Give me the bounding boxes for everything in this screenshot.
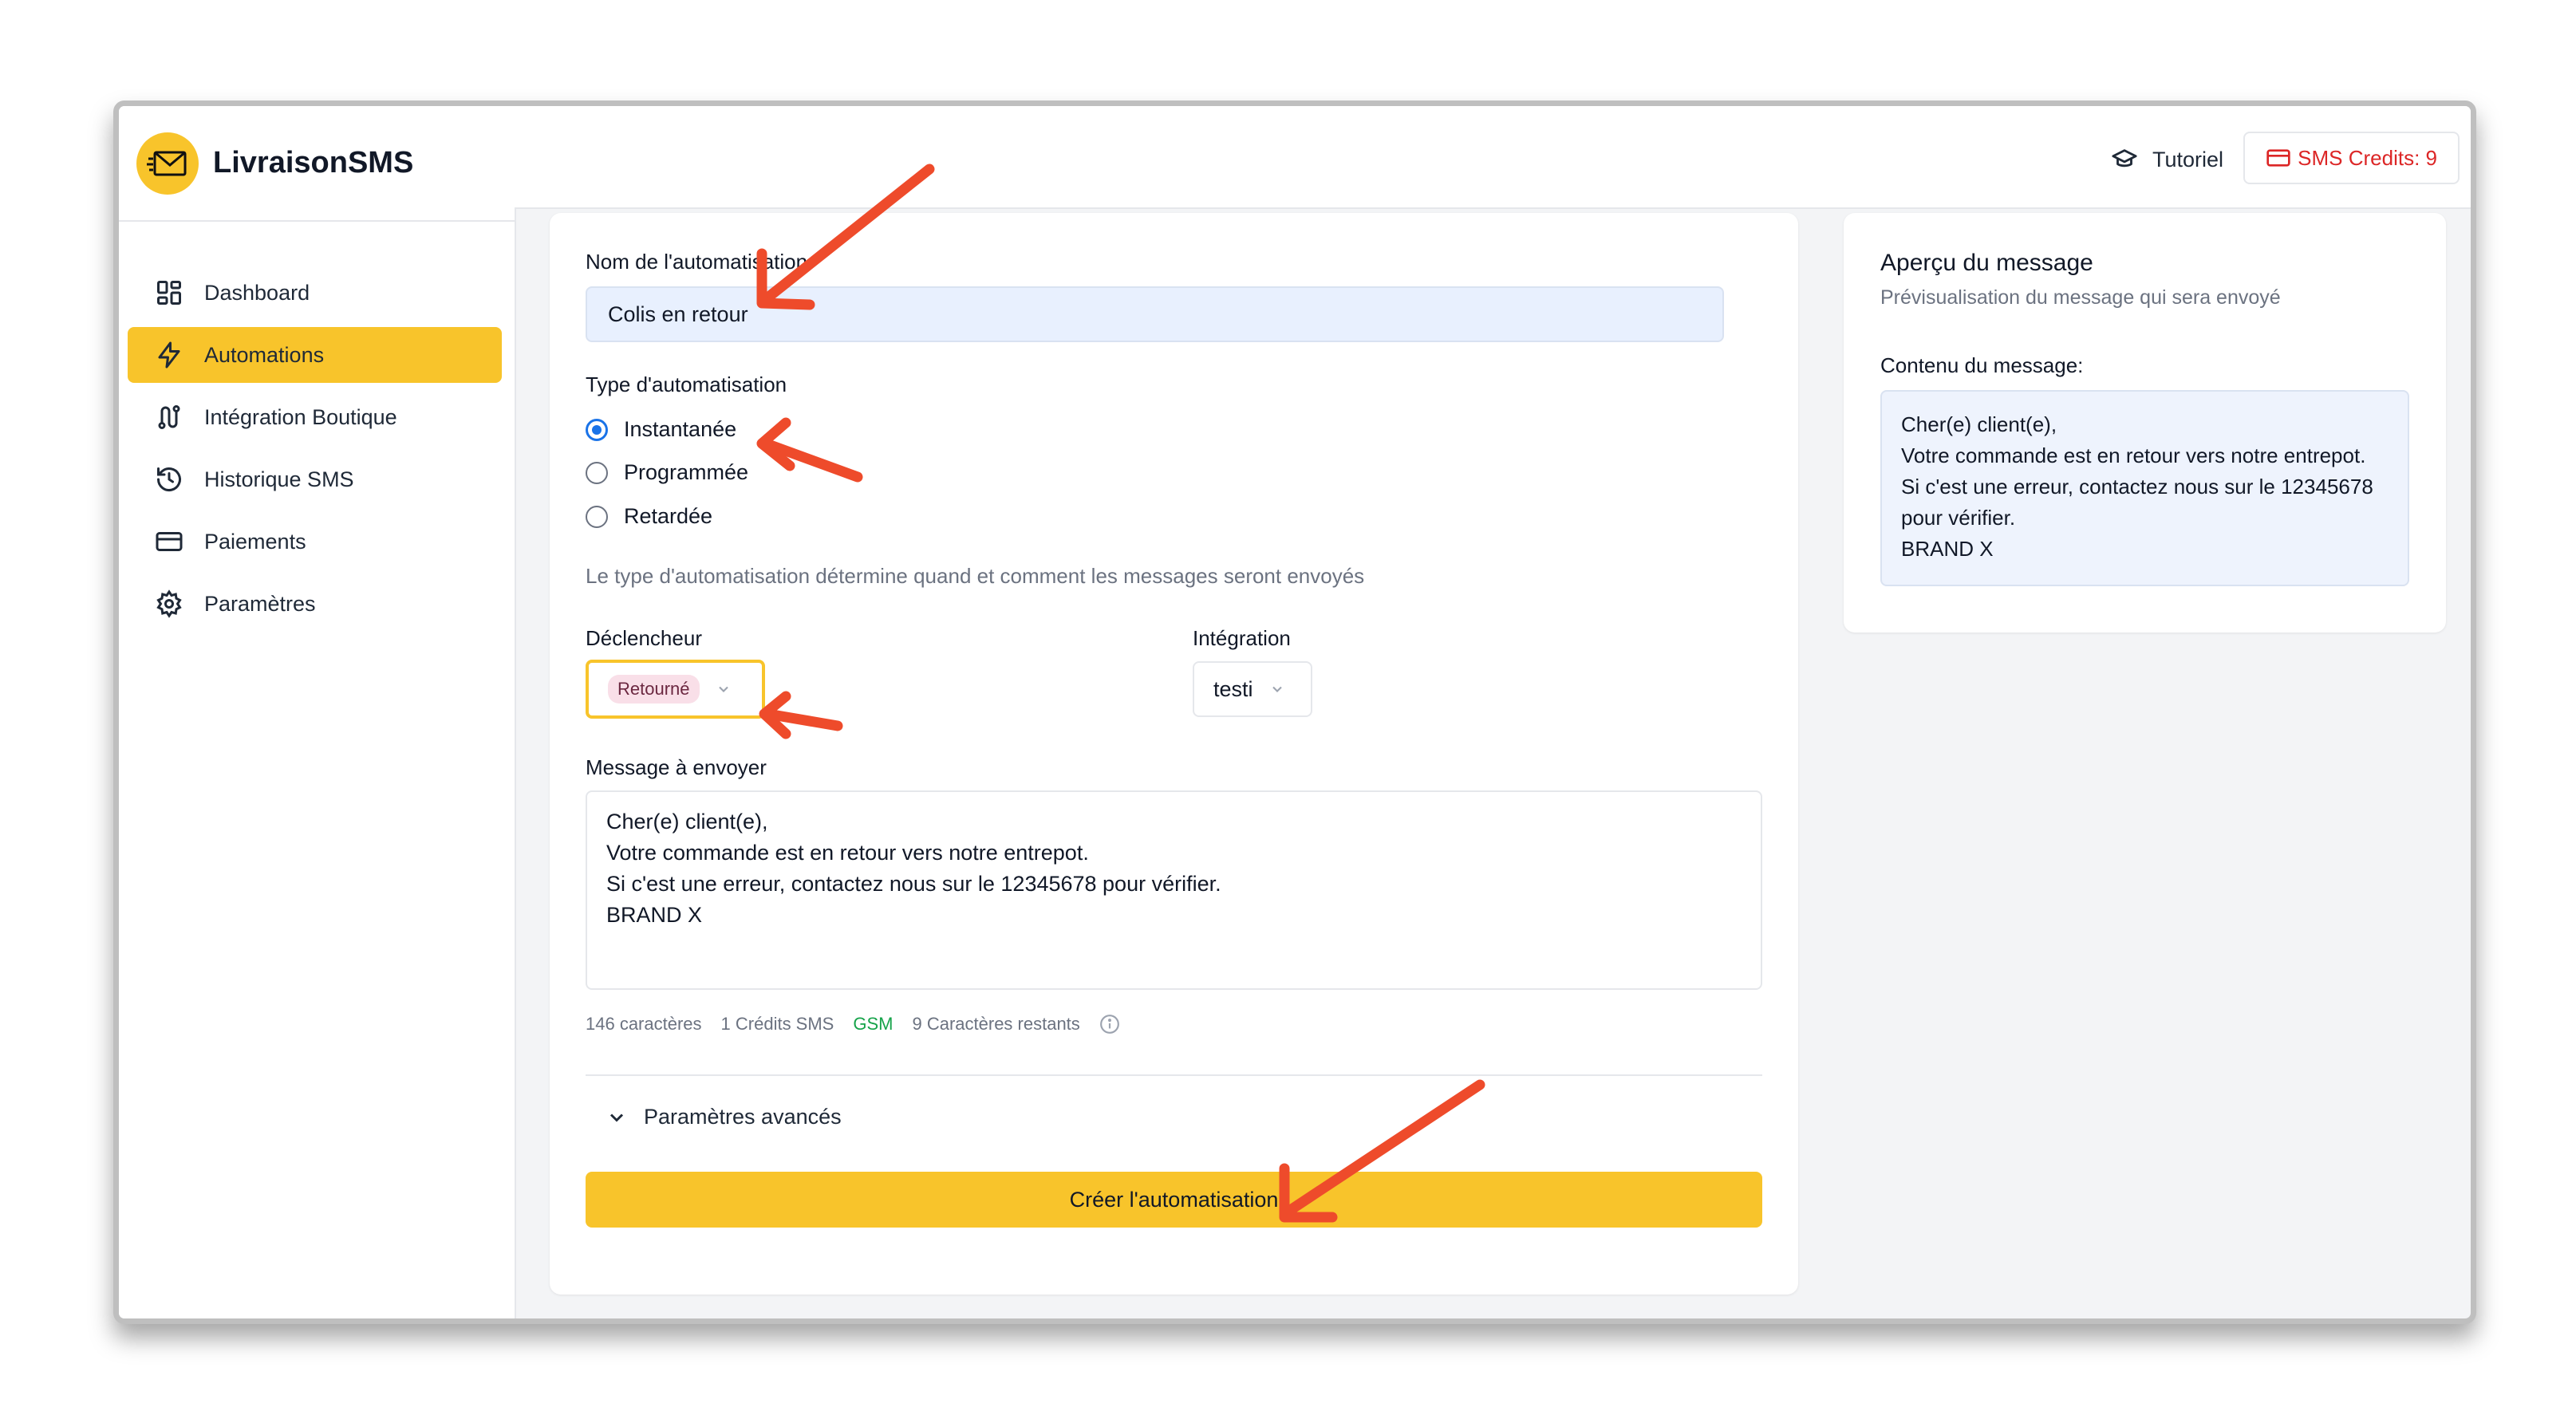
type-option-delayed[interactable]: Retardée	[586, 504, 712, 529]
sidebar-item-dashboard[interactable]: Dashboard	[128, 265, 502, 321]
chevron-down-icon	[1272, 686, 1282, 692]
sidebar-item-label: Paramètres	[204, 591, 316, 616]
trigger-chip: Retourné	[608, 675, 700, 704]
radio-checked[interactable]	[586, 418, 608, 441]
sms-credit-count: 1 Crédits SMS	[720, 1014, 834, 1034]
chevron-down-icon	[609, 1113, 624, 1122]
sidebar: LivraisonSMS Dashboard Automations Intég…	[119, 106, 516, 1318]
advanced-settings-label: Paramètres avancés	[644, 1105, 842, 1129]
integration-select[interactable]: testi	[1193, 661, 1312, 717]
message-textarea[interactable]: Cher(e) client(e), Votre commande est en…	[586, 790, 1762, 990]
automation-name-input[interactable]: Colis en retour	[586, 286, 1724, 342]
type-label: Type d'automatisation	[586, 372, 787, 396]
sidebar-item-integration[interactable]: Intégration Boutique	[128, 389, 502, 445]
type-option-label: Instantanée	[624, 417, 737, 441]
advanced-settings-toggle[interactable]: Paramètres avancés	[606, 1105, 842, 1129]
type-option-label: Retardée	[624, 504, 713, 528]
app-window: LivraisonSMS Dashboard Automations Intég…	[113, 101, 2476, 1324]
sidebar-item-settings[interactable]: Paramètres	[128, 576, 502, 632]
message-label: Message à envoyer	[586, 755, 767, 779]
encoding-badge: GSM	[853, 1014, 894, 1034]
info-icon[interactable]	[1099, 1014, 1120, 1035]
sidebar-item-label: Intégration Boutique	[204, 404, 397, 429]
message-preview-card: Aperçu du message Prévisualisation du me…	[1844, 213, 2446, 633]
name-label: Nom de l'automatisation	[586, 250, 808, 274]
brand-name: LivraisonSMS	[213, 146, 414, 179]
sidebar-item-label: Paiements	[204, 529, 306, 554]
tutorial-link[interactable]: Tutoriel	[2111, 146, 2223, 173]
message-stats: 146 caractères 1 Crédits SMS GSM 9 Carac…	[586, 1014, 1120, 1035]
automation-form-card: Nom de l'automatisation Colis en retour …	[550, 213, 1798, 1295]
envelope-logo-icon	[136, 132, 199, 195]
chevron-down-icon	[718, 686, 728, 692]
trigger-label: Déclencheur	[586, 626, 702, 650]
sms-credits-badge[interactable]: SMS Credits: 9	[2243, 132, 2460, 184]
type-option-label: Programmée	[624, 460, 749, 484]
gear-icon	[156, 589, 182, 618]
divider	[586, 1074, 1762, 1076]
bolt-icon	[158, 341, 180, 369]
preview-content-label: Contenu du message:	[1880, 353, 2084, 377]
create-automation-button[interactable]: Créer l'automatisation	[586, 1172, 1762, 1228]
radio-unchecked[interactable]	[586, 505, 608, 528]
sidebar-nav: Dashboard Automations Intégration Boutiq…	[119, 222, 515, 632]
route-icon	[158, 405, 180, 429]
topbar: Tutoriel SMS Credits: 9	[515, 106, 2471, 209]
trigger-select[interactable]: Retourné	[586, 660, 765, 719]
sidebar-item-history[interactable]: Historique SMS	[128, 451, 502, 507]
sidebar-item-label: Historique SMS	[204, 467, 354, 491]
character-count: 146 caractères	[586, 1014, 702, 1034]
type-help-text: Le type d'automatisation détermine quand…	[586, 564, 1365, 588]
credit-card-icon	[2266, 149, 2290, 167]
type-option-instant[interactable]: Instantanée	[586, 417, 736, 442]
integration-label: Intégration	[1193, 626, 1291, 650]
sidebar-item-label: Dashboard	[204, 280, 310, 305]
radio-unchecked[interactable]	[586, 461, 608, 484]
integration-value: testi	[1213, 676, 1253, 701]
sidebar-item-label: Automations	[204, 342, 325, 367]
dashboard-icon	[157, 281, 181, 305]
preview-title: Aperçu du message	[1880, 250, 2093, 276]
graduation-cap-icon	[2112, 149, 2137, 168]
sidebar-item-automations[interactable]: Automations	[128, 327, 502, 383]
preview-content: Cher(e) client(e), Votre commande est en…	[1880, 390, 2409, 586]
brand[interactable]: LivraisonSMS	[119, 106, 515, 222]
history-icon	[157, 467, 181, 492]
sidebar-item-payments[interactable]: Paiements	[128, 514, 502, 570]
tutorial-label: Tutoriel	[2152, 147, 2223, 171]
type-option-scheduled[interactable]: Programmée	[586, 460, 748, 485]
sms-credits-label: SMS Credits: 9	[2298, 145, 2437, 170]
preview-subtitle: Prévisualisation du message qui sera env…	[1880, 286, 2281, 309]
remaining-characters: 9 Caractères restants	[912, 1014, 1080, 1034]
credit-card-icon	[156, 532, 183, 551]
